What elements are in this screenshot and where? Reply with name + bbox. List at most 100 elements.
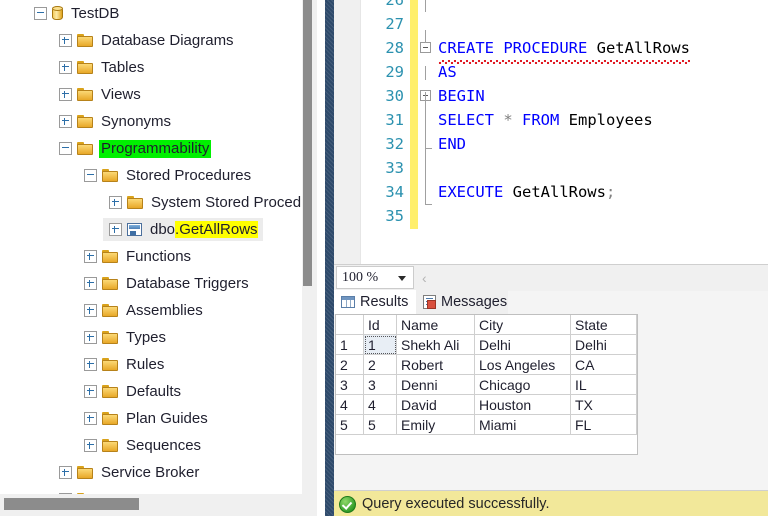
grid-cell-state[interactable]: Delhi xyxy=(571,335,637,355)
tree-node-label: Types xyxy=(126,328,167,346)
expand-icon[interactable] xyxy=(59,61,72,74)
tree-node-defaults[interactable]: Defaults xyxy=(0,378,302,405)
grid-cell-city[interactable]: Los Angeles xyxy=(475,355,571,375)
tree-node-tables[interactable]: Tables xyxy=(0,54,302,81)
outlining-collapse-icon[interactable] xyxy=(420,42,431,53)
tree-node-label: dbo.GetAllRows xyxy=(148,220,260,239)
grid-row-number[interactable]: 4 xyxy=(336,395,364,415)
expand-icon[interactable] xyxy=(59,466,72,479)
tab-label: Messages xyxy=(441,294,508,310)
vertical-splitter[interactable] xyxy=(325,0,334,516)
zoom-level-combobox[interactable]: 100 % xyxy=(336,266,414,289)
editor-code-line[interactable]: END xyxy=(334,132,768,156)
grid-cell-city[interactable]: Delhi xyxy=(475,335,571,355)
grid-cell-city[interactable]: Miami xyxy=(475,415,571,435)
expand-icon[interactable] xyxy=(59,88,72,101)
object-explorer-vertical-scroll-thumb[interactable] xyxy=(303,0,312,286)
tree-node-system-stored-procedures[interactable]: System Stored Procedures xyxy=(0,189,302,216)
expand-icon[interactable] xyxy=(84,412,97,425)
grid-column-header-name[interactable]: Name xyxy=(397,315,475,335)
object-explorer-tree[interactable]: TestDB Database Diagrams Tables Views Synony… xyxy=(0,0,302,494)
grid-cell-state[interactable]: FL xyxy=(571,415,637,435)
expand-icon[interactable] xyxy=(84,331,97,344)
expand-icon[interactable] xyxy=(59,115,72,128)
expand-icon[interactable] xyxy=(59,493,72,494)
grid-column-header-state[interactable]: State xyxy=(571,315,637,335)
tree-node-types[interactable]: Types xyxy=(0,324,302,351)
tree-node-storage[interactable]: Storage xyxy=(0,486,302,494)
expand-icon[interactable] xyxy=(84,250,97,263)
tree-node-rules[interactable]: Rules xyxy=(0,351,302,378)
tree-node-views[interactable]: Views xyxy=(0,81,302,108)
grid-row-number[interactable]: 3 xyxy=(336,375,364,395)
grid-cell-name[interactable]: Emily xyxy=(397,415,475,435)
editor-code-line[interactable]: BEGIN xyxy=(334,84,768,108)
stored-procedure-icon xyxy=(127,223,142,236)
grid-row-number[interactable]: 1 xyxy=(336,335,364,355)
tree-node-stored-procedures[interactable]: Stored Procedures xyxy=(0,162,302,189)
grid-cell-state[interactable]: TX xyxy=(571,395,637,415)
collapse-icon[interactable] xyxy=(84,169,97,182)
collapse-icon[interactable] xyxy=(34,7,47,20)
results-tab-strip[interactable]: Results Messages xyxy=(334,290,768,314)
expand-icon[interactable] xyxy=(84,358,97,371)
results-grid[interactable]: Id Name City State 1 1 Shekh Ali Delhi Delhi 2 2 Ro… xyxy=(335,314,638,455)
grid-cell-id[interactable]: 5 xyxy=(364,415,397,435)
tree-node-assemblies[interactable]: Assemblies xyxy=(0,297,302,324)
collapse-icon[interactable] xyxy=(59,142,72,155)
tree-node-programmability[interactable]: Programmability xyxy=(0,135,302,162)
grid-cell-state[interactable]: CA xyxy=(571,355,637,375)
grid-cell-city[interactable]: Houston xyxy=(475,395,571,415)
table-row[interactable]: 2 2 Robert Los Angeles CA xyxy=(336,355,637,375)
grid-cell-name[interactable]: Shekh Ali xyxy=(397,335,475,355)
editor-code-line[interactable]: SELECT * FROM Employees xyxy=(334,108,768,132)
grid-column-header-corner[interactable] xyxy=(336,315,364,335)
grid-row-number[interactable]: 2 xyxy=(336,355,364,375)
tree-node-database-diagrams[interactable]: Database Diagrams xyxy=(0,27,302,54)
tree-node-sequences[interactable]: Sequences xyxy=(0,432,302,459)
grid-column-header-city[interactable]: City xyxy=(475,315,571,335)
nav-back-icon[interactable]: ‹ xyxy=(422,270,427,286)
grid-column-header-id[interactable]: Id xyxy=(364,315,397,335)
chevron-down-icon[interactable] xyxy=(398,276,406,281)
grid-cell-name[interactable]: David xyxy=(397,395,475,415)
expand-icon[interactable] xyxy=(84,439,97,452)
results-pane: 100 % ‹ Results Messages Id Name City State 1… xyxy=(334,264,768,516)
expand-icon[interactable] xyxy=(109,223,122,236)
tree-node-synonyms[interactable]: Synonyms xyxy=(0,108,302,135)
grid-cell-id[interactable]: 2 xyxy=(364,355,397,375)
tree-node-functions[interactable]: Functions xyxy=(0,243,302,270)
tree-node-service-broker[interactable]: Service Broker xyxy=(0,459,302,486)
code-token: ; xyxy=(605,183,616,201)
table-row[interactable]: 3 3 Denni Chicago IL xyxy=(336,375,637,395)
expand-icon[interactable] xyxy=(109,196,122,209)
sql-code-editor[interactable]: 26 27 28 CREATE PROCEDURE GetAllRows 29 AS 30 B… xyxy=(334,0,768,264)
folder-icon xyxy=(77,493,93,494)
folder-icon xyxy=(77,466,93,479)
tab-results[interactable]: Results xyxy=(334,290,416,314)
table-row[interactable]: 5 5 Emily Miami FL xyxy=(336,415,637,435)
table-row[interactable]: 4 4 David Houston TX xyxy=(336,395,637,415)
grid-cell-id[interactable]: 1 xyxy=(364,335,397,355)
grid-cell-id[interactable]: 3 xyxy=(364,375,397,395)
grid-cell-city[interactable]: Chicago xyxy=(475,375,571,395)
expand-icon[interactable] xyxy=(84,385,97,398)
grid-cell-id[interactable]: 4 xyxy=(364,395,397,415)
editor-code-line[interactable]: EXECUTE GetAllRows; xyxy=(334,180,768,204)
tree-node-dbo-getallrows[interactable]: dbo.GetAllRows xyxy=(0,216,302,243)
object-explorer-horizontal-scroll-thumb[interactable] xyxy=(4,498,139,510)
grid-cell-name[interactable]: Robert xyxy=(397,355,475,375)
grid-row-number[interactable]: 5 xyxy=(336,415,364,435)
expand-icon[interactable] xyxy=(84,277,97,290)
grid-cell-state[interactable]: IL xyxy=(571,375,637,395)
tree-node-plan-guides[interactable]: Plan Guides xyxy=(0,405,302,432)
table-row[interactable]: 1 1 Shekh Ali Delhi Delhi xyxy=(336,335,637,355)
editor-code-line[interactable]: CREATE PROCEDURE GetAllRows xyxy=(334,36,768,60)
editor-code-line[interactable]: AS xyxy=(334,60,768,84)
tab-messages[interactable]: Messages xyxy=(416,290,508,314)
grid-cell-name[interactable]: Denni xyxy=(397,375,475,395)
expand-icon[interactable] xyxy=(59,34,72,47)
tree-node-testdb[interactable]: TestDB xyxy=(0,0,302,27)
tree-node-database-triggers[interactable]: Database Triggers xyxy=(0,270,302,297)
expand-icon[interactable] xyxy=(84,304,97,317)
